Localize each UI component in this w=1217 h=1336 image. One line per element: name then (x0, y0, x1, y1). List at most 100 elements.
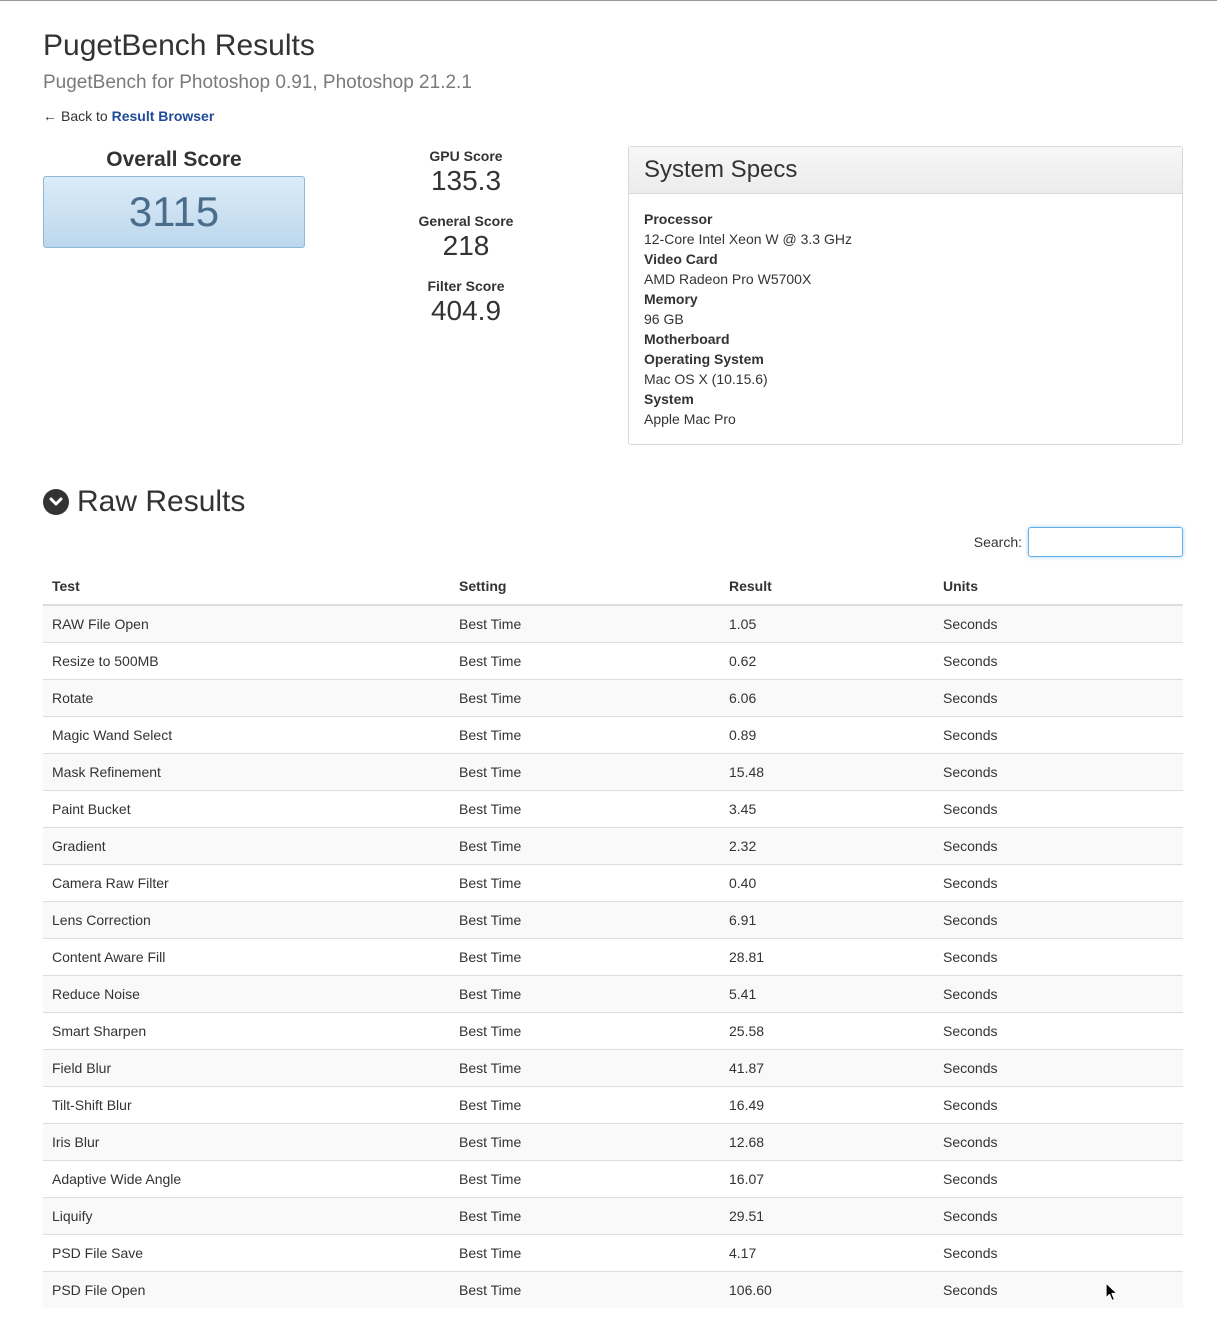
cell-setting: Best Time (450, 641, 720, 679)
page-title: PugetBench Results (43, 29, 315, 62)
cell-units: Seconds (934, 789, 1183, 827)
cell-setting: Best Time (450, 1085, 720, 1123)
table-row: Paint Bucket Best Time 3.45 Seconds (43, 789, 1183, 827)
cell-setting: Best Time (450, 1011, 720, 1049)
table-row: PSD File Open Best Time 106.60 Seconds (43, 1270, 1183, 1308)
table-row: Camera Raw Filter Best Time 0.40 Seconds (43, 863, 1183, 901)
cell-units: Seconds (934, 1011, 1183, 1049)
cell-setting: Best Time (450, 604, 720, 642)
column-header-test[interactable]: Test (43, 568, 450, 606)
general-score-label: General Score (418, 213, 514, 229)
cell-units: Seconds (934, 1122, 1183, 1160)
cell-units: Seconds (934, 826, 1183, 864)
cell-result: 15.48 (720, 752, 934, 790)
cell-test: Rotate (43, 678, 450, 716)
column-header-units[interactable]: Units (934, 568, 1183, 606)
gpu-score-label: GPU Score (429, 148, 503, 164)
spec-video-card-label: Video Card (644, 251, 718, 267)
cell-test: Content Aware Fill (43, 937, 450, 975)
table-header-row: Test Setting Result Units (43, 568, 1183, 606)
cell-units: Seconds (934, 863, 1183, 901)
result-browser-link[interactable]: Result Browser (112, 108, 215, 124)
cell-result: 106.60 (720, 1270, 934, 1308)
cell-units: Seconds (934, 1048, 1183, 1086)
spec-system-value: Apple Mac Pro (644, 411, 736, 427)
cell-units: Seconds (934, 715, 1183, 753)
page: PugetBench Results PugetBench for Photos… (0, 0, 1217, 1336)
general-score: General Score 218 (396, 212, 536, 277)
cell-result: 28.81 (720, 937, 934, 975)
left-arrow-icon: ← (43, 108, 57, 124)
cell-result: 25.58 (720, 1011, 934, 1049)
cell-result: 3.45 (720, 789, 934, 827)
cell-setting: Best Time (450, 1122, 720, 1160)
column-header-result[interactable]: Result (720, 568, 934, 606)
overall-score-label: Overall Score (106, 148, 242, 171)
cell-result: 41.87 (720, 1048, 934, 1086)
table-row: Resize to 500MB Best Time 0.62 Seconds (43, 641, 1183, 679)
cell-units: Seconds (934, 1196, 1183, 1234)
cell-test: Camera Raw Filter (43, 863, 450, 901)
cell-result: 6.06 (720, 678, 934, 716)
cell-setting: Best Time (450, 937, 720, 975)
cell-result: 12.68 (720, 1122, 934, 1160)
cell-setting: Best Time (450, 1196, 720, 1234)
cell-setting: Best Time (450, 1270, 720, 1308)
chevron-down-circle-icon[interactable] (43, 489, 69, 515)
table-row: Content Aware Fill Best Time 28.81 Seconds (43, 937, 1183, 975)
cell-test: PSD File Save (43, 1233, 450, 1271)
cell-units: Seconds (934, 1270, 1183, 1308)
cell-result: 1.05 (720, 604, 934, 642)
general-score-value: 218 (442, 230, 490, 261)
cell-units: Seconds (934, 604, 1183, 642)
cell-setting: Best Time (450, 752, 720, 790)
system-specs-title: System Specs (629, 147, 1182, 194)
cell-setting: Best Time (450, 900, 720, 938)
cell-result: 2.32 (720, 826, 934, 864)
search-input[interactable] (1028, 527, 1183, 557)
cell-result: 29.51 (720, 1196, 934, 1234)
spec-motherboard-label: Motherboard (644, 331, 730, 347)
cell-setting: Best Time (450, 863, 720, 901)
spec-system-label: System (644, 391, 694, 407)
cell-test: RAW File Open (43, 604, 450, 642)
cell-test: Iris Blur (43, 1122, 450, 1160)
table-row: Adaptive Wide Angle Best Time 16.07 Seconds (43, 1159, 1183, 1197)
gpu-score-value: 135.3 (430, 165, 502, 196)
table-row: Smart Sharpen Best Time 25.58 Seconds (43, 1011, 1183, 1049)
cell-setting: Best Time (450, 1159, 720, 1197)
table-row: Reduce Noise Best Time 5.41 Seconds (43, 974, 1183, 1012)
cell-test: Mask Refinement (43, 752, 450, 790)
back-prefix: Back to (61, 108, 108, 124)
cell-units: Seconds (934, 974, 1183, 1012)
cell-test: Tilt-Shift Blur (43, 1085, 450, 1123)
spec-memory-label: Memory (644, 291, 698, 307)
table-row: Rotate Best Time 6.06 Seconds (43, 678, 1183, 716)
cell-test: Adaptive Wide Angle (43, 1159, 450, 1197)
table-row: Iris Blur Best Time 12.68 Seconds (43, 1122, 1183, 1160)
spec-processor-label: Processor (644, 211, 713, 227)
table-body: RAW File Open Best Time 1.05 Seconds Resize … (43, 604, 1183, 1308)
table-row: PSD File Save Best Time 4.17 Seconds (43, 1233, 1183, 1271)
cell-test: Gradient (43, 826, 450, 864)
overall-score-value: 3115 (43, 176, 305, 248)
filter-score-label: Filter Score (427, 278, 505, 294)
cell-setting: Best Time (450, 678, 720, 716)
raw-results-table: Test Setting Result Units RAW File Open B… (43, 568, 1183, 1308)
cell-test: Field Blur (43, 1048, 450, 1086)
table-row: Liquify Best Time 29.51 Seconds (43, 1196, 1183, 1234)
table-row: Field Blur Best Time 41.87 Seconds (43, 1048, 1183, 1086)
cell-units: Seconds (934, 1233, 1183, 1271)
cell-setting: Best Time (450, 1048, 720, 1086)
column-header-setting[interactable]: Setting (450, 568, 720, 606)
cell-setting: Best Time (450, 974, 720, 1012)
table-row: RAW File Open Best Time 1.05 Seconds (43, 604, 1183, 642)
spec-os-label: Operating System (644, 351, 764, 367)
cell-setting: Best Time (450, 789, 720, 827)
cell-units: Seconds (934, 641, 1183, 679)
cell-test: Paint Bucket (43, 789, 450, 827)
gpu-score: GPU Score 135.3 (396, 147, 536, 212)
cell-result: 0.40 (720, 863, 934, 901)
sub-scores: GPU Score 135.3 General Score 218 Filter… (396, 147, 536, 342)
cell-setting: Best Time (450, 826, 720, 864)
